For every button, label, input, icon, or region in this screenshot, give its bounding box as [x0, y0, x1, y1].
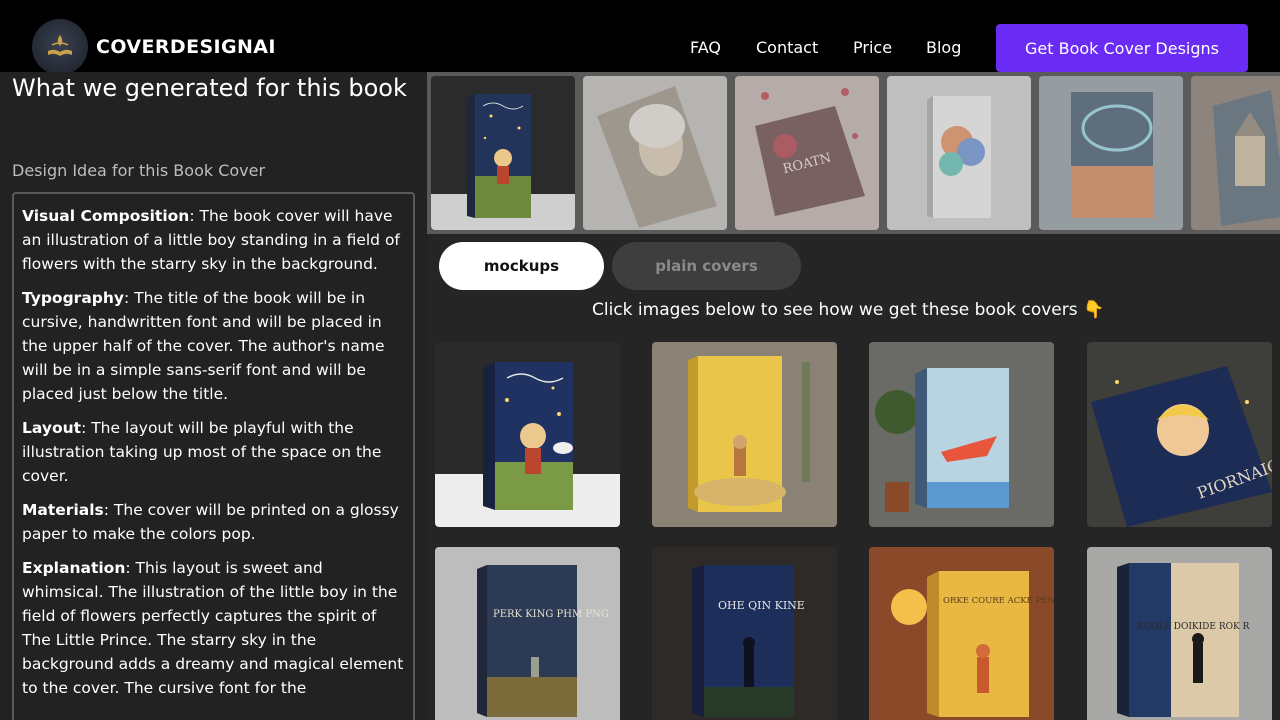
- book-mockup-image: PERK KING PHM PNG: [435, 547, 620, 720]
- book-mockup-image: [431, 76, 575, 230]
- logo[interactable]: [32, 19, 88, 75]
- card-map-silhouette[interactable]: RGOLE DOIKIDE ROK R: [1087, 547, 1272, 720]
- card-sunset-prince[interactable]: ORKE COURE ACKE PENCE: [869, 547, 1054, 720]
- card-starry-boy[interactable]: [435, 342, 620, 527]
- book-mockup-image: [652, 342, 837, 527]
- section-explanation: Explanation: This layout is sweet and wh…: [22, 556, 405, 700]
- design-idea-panel: What we generated for this book Design I…: [0, 72, 427, 720]
- section-label: Typography: [22, 289, 125, 307]
- book-logo-icon: [48, 35, 72, 56]
- thumb-space-sunset[interactable]: [1039, 76, 1183, 230]
- section-text: : This layout is sweet and whimsical. Th…: [22, 559, 404, 697]
- book-mockup-image: OHE QIN KINE: [652, 547, 837, 720]
- card-blond-boy[interactable]: PIORNAICE: [1087, 342, 1272, 527]
- card-sunset-title: ORKE COURE ACKE PENCE: [943, 596, 1054, 606]
- thumb-overlay: [887, 76, 1031, 230]
- top-navbar: COVERDESIGNAI FAQ Contact Price Blog Get…: [0, 0, 1280, 75]
- thumb-castle[interactable]: [1191, 76, 1280, 230]
- tab-plain-covers[interactable]: plain covers: [612, 242, 801, 290]
- thumb-woman-portrait[interactable]: [583, 76, 727, 230]
- section-layout: Layout: The layout will be playful with …: [22, 416, 405, 488]
- thumb-roses-roatn[interactable]: ROATN: [735, 76, 879, 230]
- nav-blog[interactable]: Blog: [926, 38, 961, 57]
- card-yellow-hiker[interactable]: [652, 342, 837, 527]
- brand-name[interactable]: COVERDESIGNAI: [96, 36, 276, 58]
- nav-contact[interactable]: Contact: [756, 38, 818, 57]
- get-book-cover-designs-button[interactable]: Get Book Cover Designs: [996, 24, 1248, 72]
- page-title: What we generated for this book: [12, 74, 407, 102]
- section-label: Layout: [22, 419, 82, 437]
- book-mockup-image: ORKE COURE ACKE PENCE: [869, 547, 1054, 720]
- book-mockup-image: PIORNAICE: [1087, 342, 1272, 527]
- section-typography: Typography: The title of the book will b…: [22, 286, 405, 406]
- design-idea-heading: Design Idea for this Book Cover: [12, 161, 266, 180]
- section-visual-composition: Visual Composition: The book cover will …: [22, 204, 405, 276]
- card-night-silhouette[interactable]: OHE QIN KINE: [652, 547, 837, 720]
- click-hint: Click images below to see how we get the…: [592, 300, 1105, 320]
- nav-faq[interactable]: FAQ: [690, 38, 721, 57]
- card-airplane[interactable]: [869, 342, 1054, 527]
- thumb-watercolor[interactable]: [887, 76, 1031, 230]
- thumb-overlay: [583, 76, 727, 230]
- generated-covers-strip[interactable]: ROATN: [427, 72, 1280, 234]
- thumb-overlay: [1039, 76, 1183, 230]
- card-field-boy[interactable]: PERK KING PHM PNG: [435, 547, 620, 720]
- book-mockup-image: [869, 342, 1054, 527]
- card-field-boy-title: PERK KING PHM PNG: [493, 609, 609, 620]
- tab-mockups[interactable]: mockups: [439, 242, 604, 290]
- section-label: Materials: [22, 501, 104, 519]
- section-materials: Materials: The cover will be printed on …: [22, 498, 405, 546]
- card-map-title: RGOLE DOIKIDE ROK R: [1137, 622, 1250, 632]
- book-mockup-image: [435, 342, 620, 527]
- thumb-overlay: [735, 76, 879, 230]
- nav-price[interactable]: Price: [853, 38, 892, 57]
- thumb-starry-boy[interactable]: [431, 76, 575, 230]
- section-label: Visual Composition: [22, 207, 190, 225]
- thumb-overlay: [1191, 76, 1280, 230]
- book-mockup-image: RGOLE DOIKIDE ROK R: [1087, 547, 1272, 720]
- covers-area: ROATN mockups plain covers Click images …: [427, 72, 1280, 720]
- design-idea-box[interactable]: Visual Composition: The book cover will …: [12, 192, 415, 720]
- section-label: Explanation: [22, 559, 126, 577]
- card-night-title: OHE QIN KINE: [718, 599, 805, 612]
